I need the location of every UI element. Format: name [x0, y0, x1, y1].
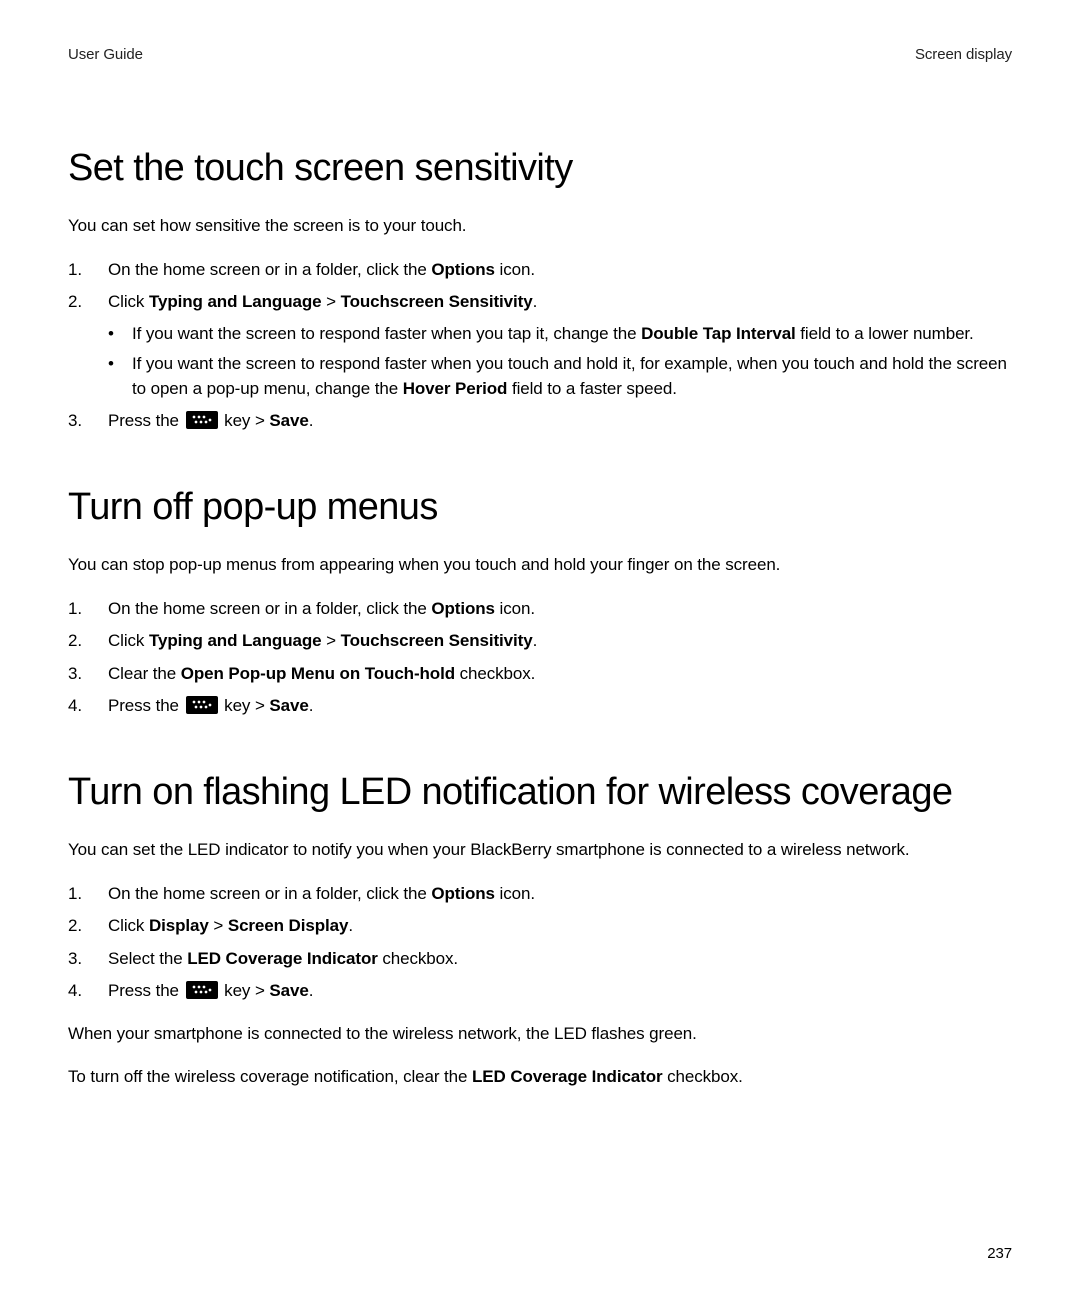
- page-number: 237: [987, 1245, 1012, 1262]
- bold-term: Options: [431, 599, 495, 618]
- section: Turn off pop-up menus You can stop pop-up…: [68, 486, 1012, 719]
- bold-term: Save: [269, 411, 308, 430]
- step-item: On the home screen or in a folder, click…: [68, 881, 1012, 907]
- section-title: Set the touch screen sensitivity: [68, 147, 1012, 190]
- section-paragraph: To turn off the wireless coverage notifi…: [68, 1065, 1012, 1090]
- section-paragraph: When your smartphone is connected to the…: [68, 1022, 1012, 1047]
- step-item: Clear the Open Pop-up Menu on Touch-hold…: [68, 661, 1012, 687]
- bold-term: Open Pop-up Menu on Touch-hold: [181, 664, 455, 683]
- sub-bullet-list: If you want the screen to respond faster…: [108, 321, 1012, 402]
- bold-term: Double Tap Interval: [641, 324, 796, 343]
- bold-term: Touchscreen Sensitivity: [341, 292, 533, 311]
- header-left: User Guide: [68, 46, 143, 63]
- step-item: Press the key > Save.: [68, 978, 1012, 1004]
- bold-term: Typing and Language: [149, 292, 322, 311]
- page-header: User Guide Screen display: [68, 46, 1012, 63]
- section-intro: You can set the LED indicator to notify …: [68, 838, 1012, 863]
- blackberry-key-icon: [186, 411, 218, 429]
- blackberry-key-icon: [186, 981, 218, 999]
- sub-bullet-item: If you want the screen to respond faster…: [108, 351, 1012, 402]
- step-item: On the home screen or in a folder, click…: [68, 257, 1012, 283]
- step-list: On the home screen or in a folder, click…: [68, 257, 1012, 435]
- section: Set the touch screen sensitivity You can …: [68, 147, 1012, 434]
- sub-bullet-item: If you want the screen to respond faster…: [108, 321, 1012, 347]
- step-item: Click Typing and Language > Touchscreen …: [68, 628, 1012, 654]
- section-intro: You can set how sensitive the screen is …: [68, 214, 1012, 239]
- bold-term: Screen Display: [228, 916, 349, 935]
- bold-term: Options: [431, 884, 495, 903]
- step-item: Press the key > Save.: [68, 693, 1012, 719]
- step-item: On the home screen or in a folder, click…: [68, 596, 1012, 622]
- content-sections: Set the touch screen sensitivity You can …: [68, 147, 1012, 1089]
- header-right: Screen display: [915, 46, 1012, 63]
- step-list: On the home screen or in a folder, click…: [68, 596, 1012, 719]
- section-title: Turn on flashing LED notification for wi…: [68, 771, 1012, 814]
- section: Turn on flashing LED notification for wi…: [68, 771, 1012, 1089]
- bold-term: Options: [431, 260, 495, 279]
- blackberry-key-icon: [186, 696, 218, 714]
- bold-term: LED Coverage Indicator: [187, 949, 378, 968]
- bold-term: Touchscreen Sensitivity: [341, 631, 533, 650]
- bold-term: Hover Period: [403, 379, 508, 398]
- step-list: On the home screen or in a folder, click…: [68, 881, 1012, 1004]
- bold-term: Save: [269, 696, 308, 715]
- section-intro: You can stop pop-up menus from appearing…: [68, 553, 1012, 578]
- bold-term: Typing and Language: [149, 631, 322, 650]
- bold-term: Save: [269, 981, 308, 1000]
- section-title: Turn off pop-up menus: [68, 486, 1012, 529]
- step-item: Select the LED Coverage Indicator checkb…: [68, 946, 1012, 972]
- bold-term: LED Coverage Indicator: [472, 1067, 663, 1086]
- step-item: Press the key > Save.: [68, 408, 1012, 434]
- step-item: Click Display > Screen Display.: [68, 913, 1012, 939]
- step-item: Click Typing and Language > Touchscreen …: [68, 289, 1012, 402]
- bold-term: Display: [149, 916, 209, 935]
- document-page: User Guide Screen display Set the touch …: [0, 0, 1080, 1296]
